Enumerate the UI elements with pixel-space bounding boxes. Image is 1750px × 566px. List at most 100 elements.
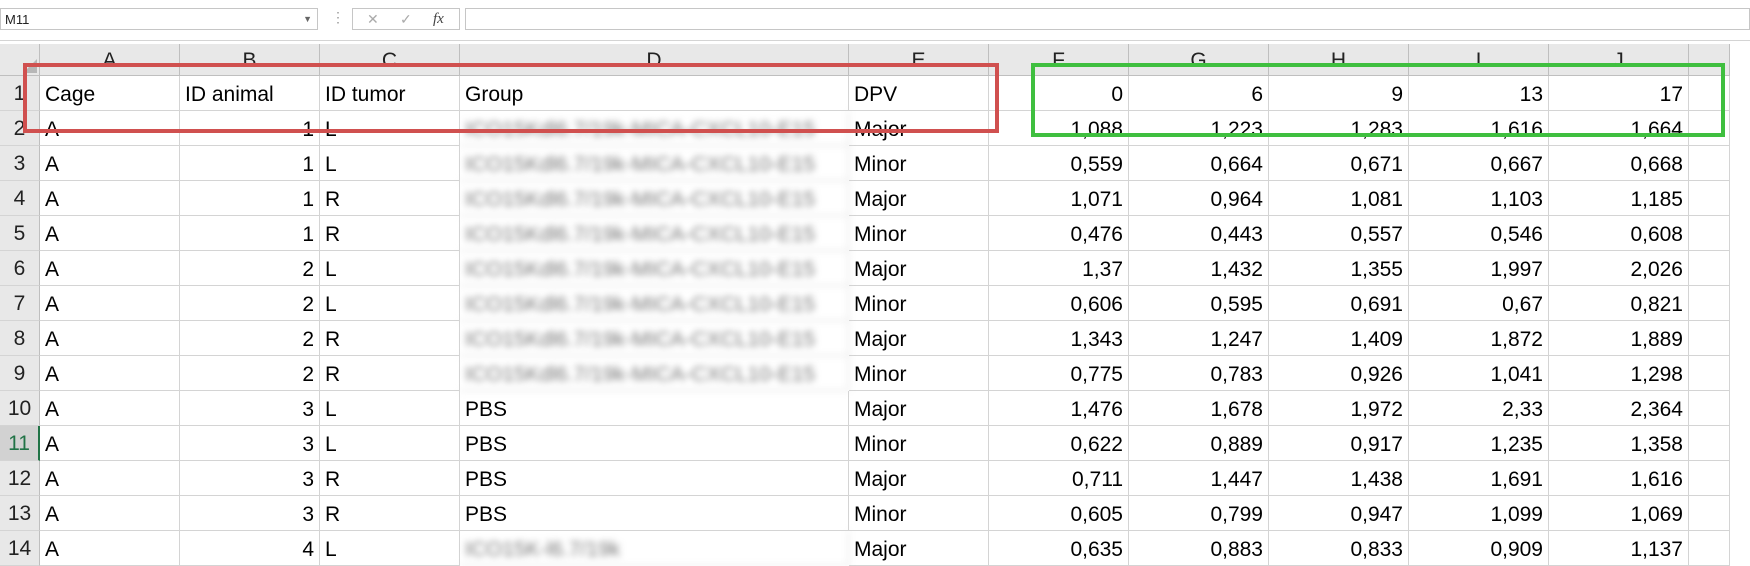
cell-cage[interactable]: A xyxy=(40,426,180,461)
cell-day-13[interactable]: 1,997 xyxy=(1409,251,1549,286)
cell-empty[interactable] xyxy=(1689,251,1730,286)
cell-empty[interactable] xyxy=(1689,496,1730,531)
cell-group[interactable]: ICO15Kdl6.7/19k-MICA-CXCL10-E15 xyxy=(460,251,849,286)
row-header[interactable]: 14 xyxy=(0,531,40,566)
cell-day-13[interactable]: 1,872 xyxy=(1409,321,1549,356)
cell-day-13[interactable]: 1,041 xyxy=(1409,356,1549,391)
cell-day-17[interactable]: 0,821 xyxy=(1549,286,1689,321)
cell-id-tumor[interactable]: R xyxy=(320,181,460,216)
cell-id-tumor[interactable]: R xyxy=(320,461,460,496)
cell-day-17[interactable]: 2,364 xyxy=(1549,391,1689,426)
cell-cage[interactable]: A xyxy=(40,321,180,356)
cell-id-animal[interactable]: 2 xyxy=(180,286,320,321)
insert-function-icon[interactable]: fx xyxy=(433,11,444,28)
cell-day-6[interactable]: 1,678 xyxy=(1129,391,1269,426)
cell-dpv[interactable]: Minor xyxy=(849,146,989,181)
cell-day-0[interactable]: 0,559 xyxy=(989,146,1129,181)
cell-day-6[interactable]: 0,664 xyxy=(1129,146,1269,181)
cell-day-9[interactable]: 0,917 xyxy=(1269,426,1409,461)
row-header[interactable]: 13 xyxy=(0,496,40,531)
cell-day-9[interactable]: 0,557 xyxy=(1269,216,1409,251)
cell-day-17[interactable]: 1,616 xyxy=(1549,461,1689,496)
cell-empty[interactable] xyxy=(1689,356,1730,391)
cell-day-13[interactable]: 0,67 xyxy=(1409,286,1549,321)
cell-day-6[interactable]: 1,247 xyxy=(1129,321,1269,356)
cell-dpv[interactable]: Minor xyxy=(849,356,989,391)
cell-day-17[interactable]: 1,889 xyxy=(1549,321,1689,356)
cell-cage[interactable]: A xyxy=(40,181,180,216)
cell-day-6[interactable]: 0,443 xyxy=(1129,216,1269,251)
cell-id-animal[interactable]: 2 xyxy=(180,321,320,356)
formula-bar-grip[interactable]: ⋮ xyxy=(331,9,345,26)
cell-id-tumor[interactable]: L xyxy=(320,251,460,286)
cell-id-animal[interactable]: 2 xyxy=(180,356,320,391)
cell-cage[interactable]: A xyxy=(40,286,180,321)
cell-cage[interactable]: A xyxy=(40,356,180,391)
cell-empty[interactable] xyxy=(1689,391,1730,426)
row-header[interactable]: 4 xyxy=(0,181,40,216)
cell-dpv[interactable]: Major xyxy=(849,391,989,426)
cell-id-animal[interactable]: 1 xyxy=(180,146,320,181)
cell-id-tumor[interactable]: L xyxy=(320,391,460,426)
cell-cage[interactable]: A xyxy=(40,146,180,181)
cell-id-animal[interactable]: 3 xyxy=(180,496,320,531)
enter-icon[interactable]: ✓ xyxy=(400,11,412,28)
cell-id-animal[interactable]: 3 xyxy=(180,426,320,461)
cell-cage[interactable]: A xyxy=(40,251,180,286)
cell-empty[interactable] xyxy=(1689,426,1730,461)
cell-day-13[interactable]: 1,235 xyxy=(1409,426,1549,461)
cell-cage[interactable]: A xyxy=(40,216,180,251)
cell-empty[interactable] xyxy=(1689,531,1730,566)
row-header[interactable]: 7 xyxy=(0,286,40,321)
cell-group[interactable]: PBS xyxy=(460,461,849,496)
cell-dpv[interactable]: Major xyxy=(849,321,989,356)
cell-dpv[interactable]: Minor xyxy=(849,496,989,531)
cell-id-animal[interactable]: 1 xyxy=(180,216,320,251)
cell-group[interactable]: PBS xyxy=(460,426,849,461)
cell-cage[interactable]: A xyxy=(40,461,180,496)
cell-day-9[interactable]: 1,355 xyxy=(1269,251,1409,286)
cell-dpv[interactable]: Minor xyxy=(849,286,989,321)
cell-day-9[interactable]: 1,972 xyxy=(1269,391,1409,426)
cell-group[interactable]: ICO15Kdl6.7/19k-MICA-CXCL10-E15 xyxy=(460,356,849,391)
cell-day-9[interactable]: 1,438 xyxy=(1269,461,1409,496)
cell-id-animal[interactable]: 4 xyxy=(180,531,320,566)
chevron-down-icon[interactable]: ▼ xyxy=(303,14,312,24)
row-header[interactable]: 8 xyxy=(0,321,40,356)
cell-id-tumor[interactable]: L xyxy=(320,426,460,461)
cell-id-tumor[interactable]: L xyxy=(320,531,460,566)
cell-day-13[interactable]: 0,546 xyxy=(1409,216,1549,251)
cell-id-tumor[interactable]: R xyxy=(320,216,460,251)
cell-day-9[interactable]: 1,081 xyxy=(1269,181,1409,216)
cell-day-17[interactable]: 0,668 xyxy=(1549,146,1689,181)
cell-dpv[interactable]: Minor xyxy=(849,426,989,461)
cell-day-0[interactable]: 0,622 xyxy=(989,426,1129,461)
cell-day-6[interactable]: 0,964 xyxy=(1129,181,1269,216)
cell-group[interactable]: ICO15Kdl6.7/19k-MICA-CXCL10-E15 xyxy=(460,216,849,251)
cell-day-17[interactable]: 0,608 xyxy=(1549,216,1689,251)
cell-day-17[interactable]: 1,358 xyxy=(1549,426,1689,461)
cell-dpv[interactable]: Major xyxy=(849,181,989,216)
cell-day-17[interactable]: 1,298 xyxy=(1549,356,1689,391)
cell-day-0[interactable]: 0,606 xyxy=(989,286,1129,321)
cell-day-0[interactable]: 1,071 xyxy=(989,181,1129,216)
cell-group[interactable]: ICO15Kdl6.7/19k-MICA-CXCL10-E15 xyxy=(460,146,849,181)
cell-cage[interactable]: A xyxy=(40,496,180,531)
cell-id-tumor[interactable]: R xyxy=(320,356,460,391)
cell-day-6[interactable]: 0,595 xyxy=(1129,286,1269,321)
cell-day-17[interactable]: 1,137 xyxy=(1549,531,1689,566)
name-box[interactable]: M11 ▼ xyxy=(0,8,318,30)
cell-day-13[interactable]: 1,099 xyxy=(1409,496,1549,531)
cell-group[interactable]: ICO15K-l6.7/19k xyxy=(460,531,849,566)
cell-dpv[interactable]: Minor xyxy=(849,216,989,251)
cell-dpv[interactable]: Major xyxy=(849,251,989,286)
cell-group[interactable]: PBS xyxy=(460,496,849,531)
cell-day-9[interactable]: 0,833 xyxy=(1269,531,1409,566)
cell-cage[interactable]: A xyxy=(40,391,180,426)
cell-id-animal[interactable]: 2 xyxy=(180,251,320,286)
cell-cage[interactable]: A xyxy=(40,531,180,566)
row-header[interactable]: 3 xyxy=(0,146,40,181)
cell-day-13[interactable]: 1,103 xyxy=(1409,181,1549,216)
cell-group[interactable]: PBS xyxy=(460,391,849,426)
row-header[interactable]: 12 xyxy=(0,461,40,496)
